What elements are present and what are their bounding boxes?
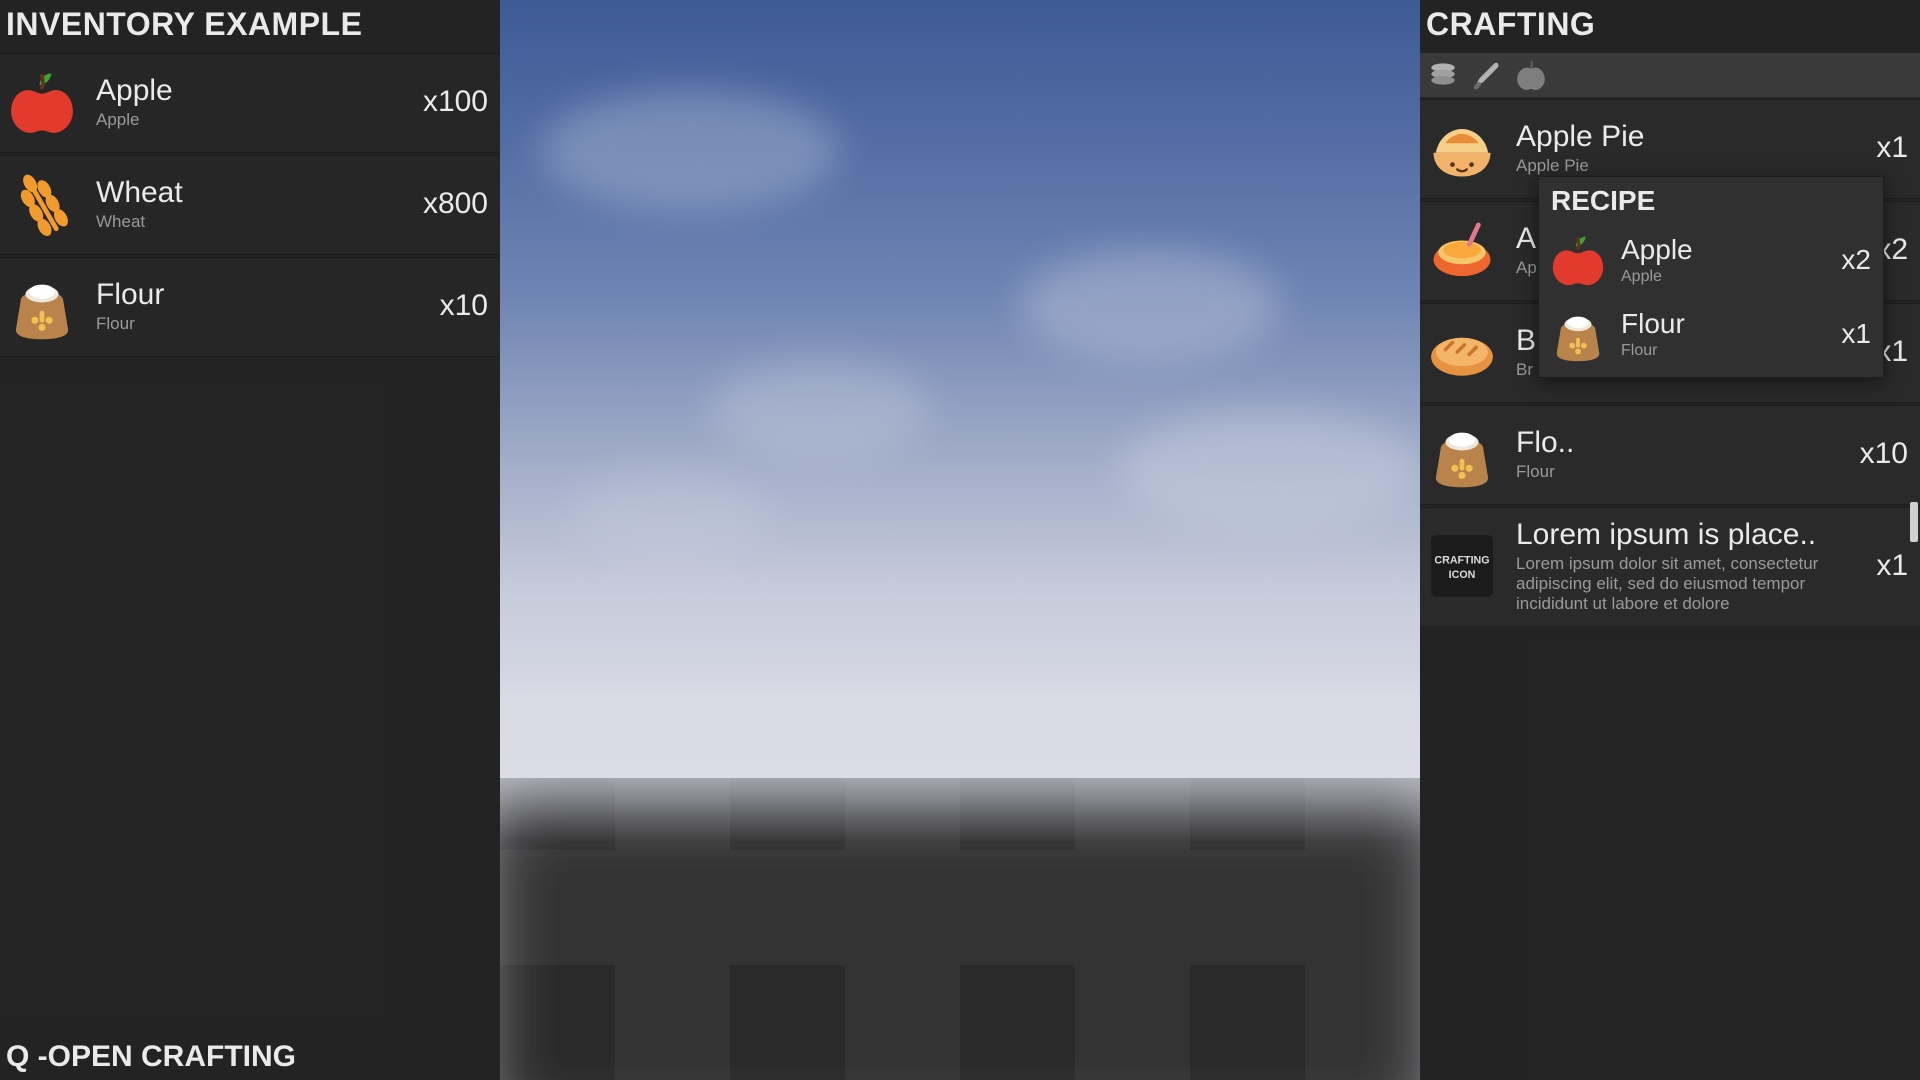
ingredient-qty: x1	[1841, 318, 1871, 350]
coins-icon[interactable]	[1426, 57, 1460, 91]
floor-fog	[500, 691, 1420, 842]
apple-icon	[1547, 229, 1609, 291]
knife-icon[interactable]	[1470, 57, 1504, 91]
flour-icon	[1424, 416, 1500, 492]
item-sub: Lorem ipsum dolor sit amet, consectetur …	[1516, 554, 1860, 614]
apple-gray-icon[interactable]	[1514, 57, 1548, 91]
item-sub: Apple Pie	[1516, 156, 1860, 176]
svg-text:ICON: ICON	[1449, 569, 1476, 581]
cloud	[1120, 410, 1420, 530]
ingredient-sub: Apple	[1621, 268, 1829, 286]
cloud	[710, 360, 930, 460]
item-qty: x10	[440, 289, 488, 323]
ingredient-name: Flour	[1621, 308, 1829, 340]
inventory-title: INVENTORY EXAMPLE	[0, 0, 500, 53]
pie-icon	[1424, 110, 1500, 186]
crafting-title: CRAFTING	[1420, 0, 1920, 53]
cloud	[1020, 250, 1280, 360]
inventory-panel: INVENTORY EXAMPLE Apple Apple x100 Wheat…	[0, 0, 500, 1080]
recipe-tooltip: RECIPE Apple Apple x2 Flour Flour x1	[1538, 176, 1884, 378]
item-sub: Flour	[96, 314, 424, 334]
recipe-ingredient-flour: Flour Flour x1	[1539, 297, 1883, 371]
item-qty: x1	[1876, 131, 1908, 165]
bread-icon	[1424, 314, 1500, 390]
item-qty: x10	[1860, 437, 1908, 471]
item-sub: Flour	[1516, 462, 1844, 482]
porridge-icon	[1424, 212, 1500, 288]
crafting-category-bar	[1420, 53, 1920, 97]
item-qty: x1	[1876, 549, 1908, 583]
flour-icon	[4, 268, 80, 344]
apple-icon	[4, 64, 80, 140]
item-name: Apple Pie	[1516, 120, 1860, 154]
recipe-title: RECIPE	[1539, 177, 1883, 223]
item-name: Apple	[96, 74, 407, 108]
game-viewport[interactable]	[500, 0, 1420, 1080]
ingredient-sub: Flour	[1621, 342, 1829, 360]
keybind-hint: Q -OPEN CRAFTING	[6, 1040, 296, 1074]
ingredient-qty: x2	[1841, 244, 1871, 276]
inventory-row-apple[interactable]: Apple Apple x100	[0, 53, 500, 153]
item-name: Flo..	[1516, 426, 1844, 460]
item-name: Flour	[96, 278, 424, 312]
inventory-row-flour[interactable]: Flour Flour x10	[0, 257, 500, 357]
scrollbar-thumb[interactable]	[1910, 502, 1918, 542]
item-name: Lorem ipsum is place..	[1516, 518, 1860, 552]
recipe-ingredient-apple: Apple Apple x2	[1539, 223, 1883, 297]
item-sub: Wheat	[96, 212, 407, 232]
crafting-row-lorem[interactable]: CRAFTING ICON Lorem ipsum is place.. Lore…	[1420, 507, 1920, 627]
item-name: Wheat	[96, 176, 407, 210]
crafting-panel: CRAFTING Apple Pie Apple Pie x1	[1420, 0, 1920, 1080]
item-sub: Apple	[96, 110, 407, 130]
svg-text:CRAFTING: CRAFTING	[1434, 555, 1489, 567]
inventory-row-wheat[interactable]: Wheat Wheat x800	[0, 155, 500, 255]
item-qty: x100	[423, 85, 488, 119]
flour-icon	[1547, 303, 1609, 365]
crafting-placeholder-icon: CRAFTING ICON	[1424, 528, 1500, 604]
cloud	[570, 470, 770, 560]
cloud	[540, 90, 840, 210]
ingredient-name: Apple	[1621, 234, 1829, 266]
item-qty: x800	[423, 187, 488, 221]
crafting-row-flour[interactable]: Flo.. Flour x10	[1420, 405, 1920, 505]
wheat-icon	[4, 166, 80, 242]
